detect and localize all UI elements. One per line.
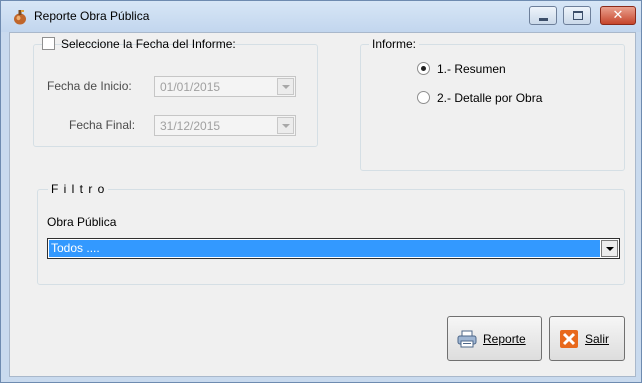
filter-legend: F i l t r o — [48, 182, 109, 196]
maximize-icon — [573, 11, 583, 20]
start-date-label: Fecha de Inicio: — [47, 79, 132, 93]
obra-publica-combobox[interactable]: Todos .... — [47, 238, 620, 259]
obra-publica-label: Obra Pública — [47, 215, 117, 229]
report-type-group: Informe: 1.- Resumen 2.- Detalle por Obr… — [360, 37, 625, 171]
printer-icon — [457, 330, 477, 348]
date-filter-label[interactable]: Seleccione la Fecha del Informe: — [61, 37, 236, 51]
exit-button[interactable]: Salir — [549, 316, 625, 361]
start-date-dropdown-button[interactable] — [277, 78, 294, 95]
close-icon: ✕ — [612, 8, 624, 23]
dialog-client-area: Seleccione la Fecha del Informe: Fecha d… — [9, 32, 636, 377]
obra-publica-selected-value: Todos .... — [49, 240, 600, 257]
title-bar[interactable]: Reporte Obra Pública ✕ — [1, 1, 641, 32]
end-date-dropdown-button[interactable] — [277, 117, 294, 134]
radio-resumen[interactable] — [417, 62, 430, 75]
report-button-label: Reporte — [483, 332, 526, 346]
end-date-value: 31/12/2015 — [160, 119, 221, 133]
minimize-button[interactable] — [529, 6, 557, 25]
obra-publica-dropdown-button[interactable] — [601, 240, 618, 257]
app-icon — [14, 10, 26, 25]
start-date-value: 01/01/2015 — [160, 80, 221, 94]
radio-detalle-por-obra[interactable] — [417, 91, 430, 104]
report-button[interactable]: Reporte — [447, 316, 542, 361]
radio-detalle-label[interactable]: 2.- Detalle por Obra — [437, 91, 542, 105]
window-title: Reporte Obra Pública — [34, 9, 150, 23]
filter-group: F i l t r o — [37, 182, 625, 285]
report-window: Reporte Obra Pública ✕ Seleccione la Fec… — [0, 0, 642, 383]
chevron-down-icon — [282, 124, 290, 128]
start-date-picker[interactable]: 01/01/2015 — [154, 76, 296, 97]
chevron-down-icon — [606, 247, 614, 251]
minimize-icon — [539, 18, 548, 21]
end-date-picker[interactable]: 31/12/2015 — [154, 115, 296, 136]
report-type-legend: Informe: — [369, 37, 420, 51]
date-filter-checkbox[interactable] — [42, 37, 55, 50]
end-date-label: Fecha Final: — [69, 118, 136, 132]
radio-resumen-label[interactable]: 1.- Resumen — [437, 62, 506, 76]
maximize-button[interactable] — [563, 6, 591, 25]
chevron-down-icon — [282, 85, 290, 89]
date-group: Seleccione la Fecha del Informe: Fecha d… — [33, 37, 318, 147]
close-button[interactable]: ✕ — [600, 6, 636, 25]
exit-x-icon — [560, 330, 578, 348]
exit-button-label: Salir — [585, 332, 610, 346]
